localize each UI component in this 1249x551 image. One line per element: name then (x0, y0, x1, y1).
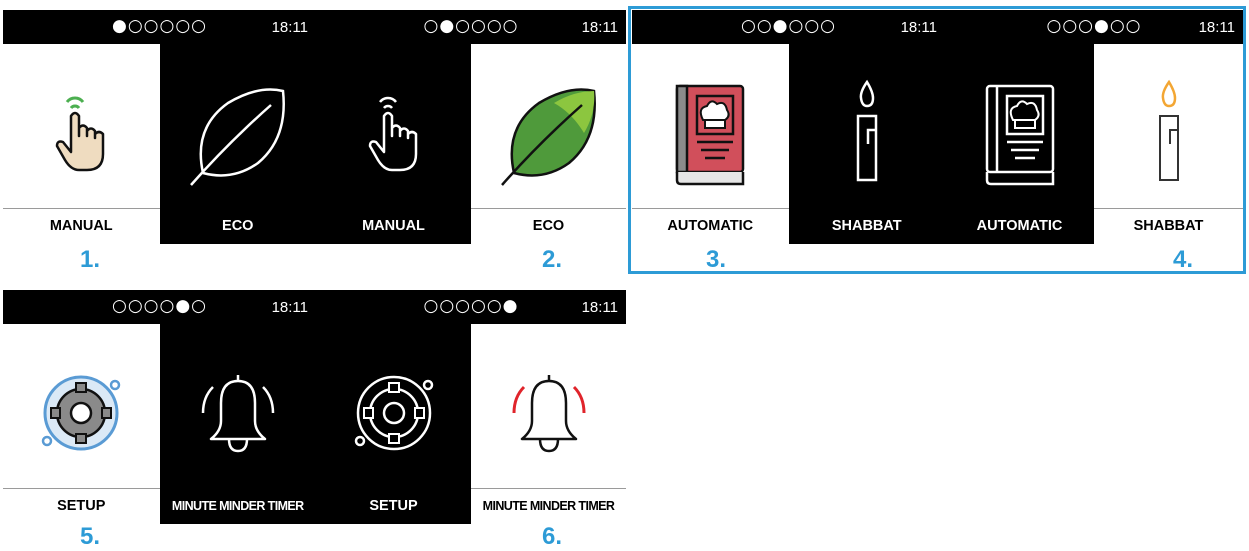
clock-time: 18:11 (271, 299, 308, 316)
mode-tile-manual[interactable]: MANUAL (316, 44, 471, 244)
gear-icon (3, 338, 160, 488)
step-number-6: 6. (542, 523, 563, 550)
status-bar: ○○○○○● 18:11 (316, 290, 626, 324)
bell-icon (160, 338, 317, 488)
status-bar: ●○○○○○ 18:11 (3, 10, 316, 44)
step-number-4: 4. (1173, 246, 1194, 273)
bell-icon (471, 338, 626, 488)
mode-label: MANUAL (362, 218, 425, 234)
candle-icon (789, 58, 946, 208)
leaf-icon (471, 58, 626, 208)
screen-panel-6: ○○○○○● 18:11 SETUP MINUTE MINDER TIMER (316, 290, 626, 524)
mode-tile-minute-minder-timer[interactable]: MINUTE MINDER TIMER (159, 324, 317, 524)
hand-pointer-icon (316, 58, 471, 208)
mode-label: MINUTE MINDER TIMER (171, 499, 304, 513)
page-indicator-dots: ●○○○○○ (111, 16, 207, 36)
mode-label: SHABBAT (1094, 208, 1243, 244)
clock-time: 18:11 (581, 299, 618, 316)
clock-time: 18:11 (581, 19, 618, 36)
mode-label: SHABBAT (831, 218, 902, 234)
mode-tile-manual[interactable]: MANUAL (3, 44, 160, 244)
screen-panel-1: ●○○○○○ 18:11 MANUAL ECO (3, 10, 316, 244)
page-indicator-dots: ○○●○○○ (740, 16, 836, 36)
page-indicator-dots: ○○○○○● (423, 296, 519, 316)
screen-panel-2: ○●○○○○ 18:11 MANUAL ECO (316, 10, 626, 244)
mode-tile-automatic[interactable]: AUTOMATIC (632, 44, 789, 244)
mode-tile-eco[interactable]: ECO (159, 44, 317, 244)
mode-label: SETUP (3, 488, 160, 524)
gear-icon (316, 338, 471, 488)
hand-pointer-icon (3, 58, 160, 208)
page-indicator-dots: ○○○○●○ (111, 296, 207, 316)
step-number-1: 1. (80, 246, 101, 273)
recipe-book-icon (632, 58, 789, 208)
status-bar: ○○○●○○ 18:11 (945, 10, 1243, 44)
clock-time: 18:11 (271, 19, 308, 36)
recipe-book-icon (945, 58, 1094, 208)
mode-tile-shabbat[interactable]: SHABBAT (1094, 44, 1243, 244)
mode-label: AUTOMATIC (632, 208, 789, 244)
screen-panel-4: ○○○●○○ 18:11 AUTOMATIC SHABBAT (945, 10, 1243, 244)
leaf-icon (160, 58, 317, 208)
clock-time: 18:11 (900, 19, 937, 36)
candle-icon (1094, 58, 1243, 208)
page-indicator-dots: ○●○○○○ (423, 16, 519, 36)
step-number-5: 5. (80, 523, 101, 550)
mode-tile-shabbat[interactable]: SHABBAT (788, 44, 946, 244)
mode-label: MINUTE MINDER TIMER (471, 488, 626, 524)
mode-tile-minute-minder-timer[interactable]: MINUTE MINDER TIMER (471, 324, 626, 524)
status-bar: ○○○○●○ 18:11 (3, 290, 316, 324)
mode-tile-setup[interactable]: SETUP (316, 324, 471, 524)
screen-panel-5: ○○○○●○ 18:11 SETUP MINUTE MINDER TIMER (3, 290, 316, 524)
mode-tile-automatic[interactable]: AUTOMATIC (945, 44, 1094, 244)
mode-tile-setup[interactable]: SETUP (3, 324, 160, 524)
step-number-2: 2. (542, 246, 563, 273)
mode-tile-eco[interactable]: ECO (471, 44, 626, 244)
status-bar: ○●○○○○ 18:11 (316, 10, 626, 44)
mode-label: ECO (471, 208, 626, 244)
mode-label: AUTOMATIC (976, 218, 1063, 234)
step-number-3: 3. (706, 246, 727, 273)
screen-panel-3: ○○●○○○ 18:11 AUTOMATIC SHABBAT (632, 10, 945, 244)
mode-label: ECO (222, 218, 254, 234)
clock-time: 18:11 (1198, 19, 1235, 36)
status-bar: ○○●○○○ 18:11 (632, 10, 945, 44)
mode-label: SETUP (369, 498, 418, 514)
mode-label: MANUAL (3, 208, 160, 244)
